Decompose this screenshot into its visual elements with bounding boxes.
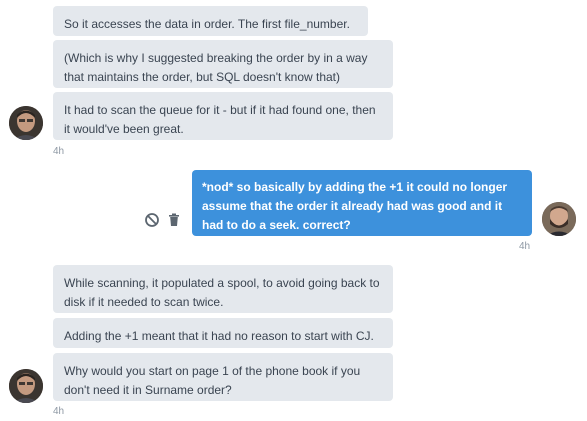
message-bubble: (Which is why I suggested breaking the o… (53, 40, 393, 88)
message-bubble: It had to scan the queue for it - but if… (53, 92, 393, 140)
message-bubble: So it accesses the data in order. The fi… (53, 6, 368, 36)
avatar[interactable] (9, 369, 43, 403)
avatar[interactable] (9, 106, 43, 140)
cancel-icon[interactable] (144, 212, 160, 228)
timestamp: 4h (53, 406, 65, 417)
message-bubble: Why would you start on page 1 of the pho… (53, 353, 393, 401)
timestamp: 4h (519, 241, 531, 252)
timestamp: 4h (53, 146, 65, 157)
message-bubble: Adding the +1 meant that it had no reaso… (53, 318, 393, 348)
message-bubble: While scanning, it populated a spool, to… (53, 265, 393, 313)
my-avatar[interactable] (542, 202, 576, 236)
trash-icon[interactable] (166, 212, 182, 228)
my-message-bubble: *nod* so basically by adding the +1 it c… (192, 170, 532, 236)
